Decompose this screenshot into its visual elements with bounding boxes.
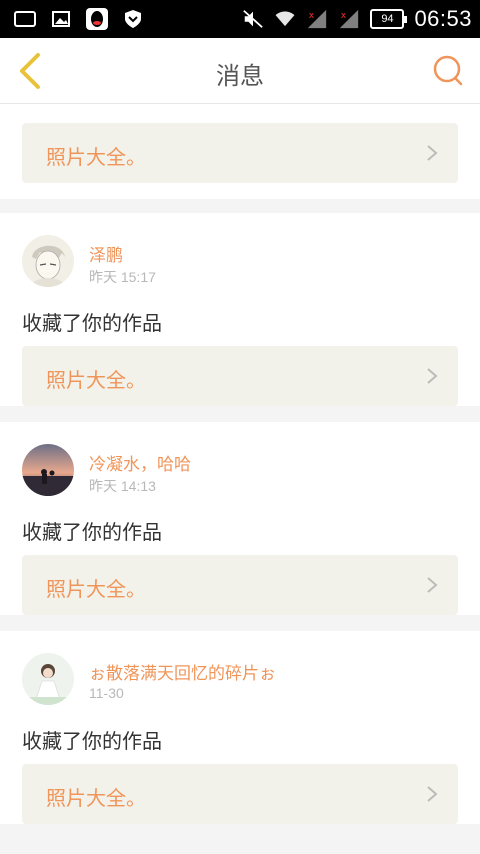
user-name[interactable]: 冷凝水，哈哈 xyxy=(89,450,191,475)
mute-icon xyxy=(242,8,264,30)
message-header: 泽鹏 昨天 15:17 xyxy=(22,213,458,293)
battery-icon: 94 xyxy=(370,9,408,29)
signal-icon: x xyxy=(306,8,328,30)
album-link[interactable]: 照片大全。 xyxy=(22,123,458,183)
album-title: 照片大全。 xyxy=(46,577,146,601)
album-link[interactable]: 照片大全。 xyxy=(22,346,458,406)
message-header: 冷凝水，哈哈 昨天 14:13 xyxy=(22,422,458,502)
message-header: ぉ散落满天回忆的碎片ぉ 11-30 xyxy=(22,631,458,711)
timestamp: 昨天 15:17 xyxy=(89,269,156,285)
avatar[interactable] xyxy=(22,653,74,705)
battery-level: 94 xyxy=(381,13,394,25)
svg-text:x: x xyxy=(341,10,347,21)
album-title: 照片大全。 xyxy=(46,145,146,169)
avatar[interactable] xyxy=(22,444,74,496)
action-text: 收藏了你的作品 xyxy=(22,311,162,335)
message-card: 泽鹏 昨天 15:17 收藏了你的作品 照片大全。 xyxy=(0,213,480,406)
shield-icon xyxy=(122,8,144,30)
search-icon xyxy=(433,55,463,86)
timestamp: 11-30 xyxy=(89,685,124,701)
timestamp: 昨天 14:13 xyxy=(89,478,156,494)
chevron-right-icon xyxy=(427,145,438,161)
album-title: 照片大全。 xyxy=(46,368,146,392)
signal-icon: x xyxy=(338,8,360,30)
clock: 06:53 xyxy=(414,6,472,31)
page-title: 消息 xyxy=(216,62,264,90)
message-card: ぉ散落满天回忆的碎片ぉ 11-30 收藏了你的作品 照片大全。 xyxy=(0,631,480,824)
user-name[interactable]: 泽鹏 xyxy=(89,241,123,266)
chevron-right-icon xyxy=(427,786,438,802)
status-bar: x x 94 06:53 xyxy=(0,0,480,38)
message-feed: 照片大全。 泽鹏 昨天 15:17 收藏了你的作品 照片大全。 冷凝水，哈哈 昨… xyxy=(0,104,480,840)
action-text: 收藏了你的作品 xyxy=(22,729,162,753)
user-name[interactable]: ぉ散落满天回忆的碎片ぉ xyxy=(89,659,276,684)
avatar[interactable] xyxy=(22,235,74,287)
chevron-right-icon xyxy=(427,368,438,384)
message-card: 照片大全。 xyxy=(0,104,480,199)
search-button[interactable] xyxy=(430,52,466,88)
album-link[interactable]: 照片大全。 xyxy=(22,764,458,824)
chevron-right-icon xyxy=(427,577,438,593)
action-text: 收藏了你的作品 xyxy=(22,520,162,544)
message-card: 冷凝水，哈哈 昨天 14:13 收藏了你的作品 照片大全。 xyxy=(0,422,480,615)
image-icon xyxy=(50,8,72,30)
screen-icon xyxy=(14,8,36,30)
album-title: 照片大全。 xyxy=(46,786,146,810)
app-header: 消息 xyxy=(0,38,480,104)
album-link[interactable]: 照片大全。 xyxy=(22,555,458,615)
svg-text:x: x xyxy=(309,10,315,21)
qq-icon xyxy=(86,8,108,30)
wifi-icon xyxy=(274,8,296,30)
